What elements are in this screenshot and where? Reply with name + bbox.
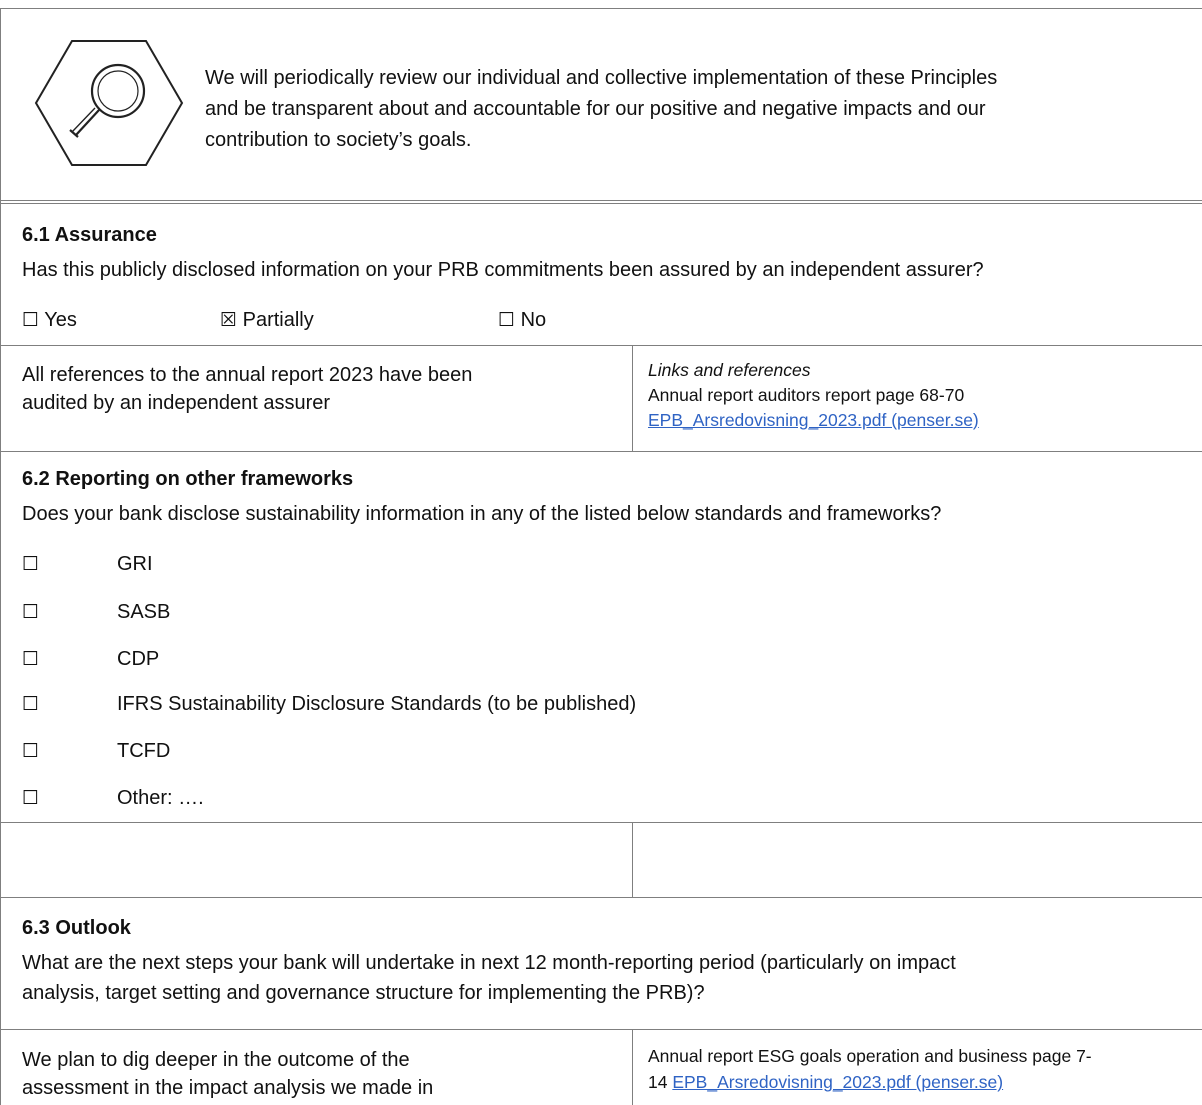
esg-goals-ref-cont: 14 EPB_Arsredovisning_2023.pdf (penser.s… xyxy=(648,1071,1003,1094)
outlook-answer-line-2: assessment in the impact analysis we mad… xyxy=(22,1077,434,1099)
framework-label: GRI xyxy=(117,553,153,575)
framework-label: TCFD xyxy=(117,740,171,762)
framework-label: SASB xyxy=(117,601,171,623)
option-yes[interactable]: ☐ Yes xyxy=(22,306,77,334)
table-left-border xyxy=(0,8,1,1105)
option-label: Partially xyxy=(242,309,314,331)
framework-item-gri[interactable]: ☐ xyxy=(22,550,39,578)
column-divider xyxy=(632,822,633,897)
column-divider xyxy=(632,345,633,451)
principle-6-document: We will periodically review our individu… xyxy=(0,0,1202,1105)
framework-label: CDP xyxy=(117,648,160,670)
esg-goals-ref: Annual report ESG goals operation and bu… xyxy=(648,1046,1092,1066)
checkbox-unchecked[interactable]: ☐ xyxy=(498,309,515,331)
checkbox-unchecked[interactable]: ☐ xyxy=(22,648,39,670)
framework-item-cdp[interactable]: ☐ xyxy=(22,645,39,673)
divider xyxy=(0,897,1202,898)
framework-item-sasb[interactable]: ☐ xyxy=(22,598,39,626)
checkbox-unchecked[interactable]: ☐ xyxy=(22,309,39,331)
divider xyxy=(0,822,1202,823)
section-6-1-title: 6.1 Assurance xyxy=(22,224,157,246)
divider xyxy=(0,203,1202,204)
annual-report-link[interactable]: EPB_Arsredovisning_2023.pdf (penser.se) xyxy=(672,1072,1003,1092)
assurance-answer-line-2: audited by an independent assurer xyxy=(22,392,331,414)
framework-label: Other: …. xyxy=(117,787,204,809)
checkbox-unchecked[interactable]: ☐ xyxy=(22,693,39,715)
column-divider xyxy=(632,1029,633,1105)
section-6-3-title: 6.3 Outlook xyxy=(22,917,131,939)
checkbox-checked[interactable]: ☒ xyxy=(220,309,237,331)
outlook-answer-line-1: We plan to dig deeper in the outcome of … xyxy=(22,1049,410,1071)
intro-line-1: We will periodically review our individu… xyxy=(205,67,998,89)
page-range-suffix: 14 xyxy=(648,1072,673,1092)
table-top-border xyxy=(0,8,1202,9)
section-6-2-title: 6.2 Reporting on other frameworks xyxy=(22,468,354,490)
option-label: No xyxy=(520,309,547,331)
option-partially[interactable]: ☒ Partially xyxy=(220,306,314,334)
section-6-2-question: Does your bank disclose sustainability i… xyxy=(22,503,942,525)
annual-report-link[interactable]: EPB_Arsredovisning_2023.pdf (penser.se) xyxy=(648,409,979,432)
auditors-report-ref: Annual report auditors report page 68-70 xyxy=(648,385,965,405)
checkbox-unchecked[interactable]: ☐ xyxy=(22,601,39,623)
framework-item-tcfd[interactable]: ☐ xyxy=(22,737,39,765)
section-6-3-question-line-1: What are the next steps your bank will u… xyxy=(22,952,956,974)
assurance-answer-line-1: All references to the annual report 2023… xyxy=(22,364,473,386)
divider xyxy=(0,451,1202,452)
links-heading: Links and references xyxy=(648,360,811,380)
framework-item-ifrs[interactable]: ☐ xyxy=(22,690,39,718)
intro-line-3: contribution to society’s goals. xyxy=(205,129,472,151)
intro-line-2: and be transparent about and accountable… xyxy=(205,98,986,120)
magnifier-hexagon-icon xyxy=(34,38,184,168)
divider xyxy=(0,345,1202,346)
divider xyxy=(0,200,1202,201)
checkbox-unchecked[interactable]: ☐ xyxy=(22,787,39,809)
checkbox-unchecked[interactable]: ☐ xyxy=(22,553,39,575)
section-6-3-question-line-2: analysis, target setting and governance … xyxy=(22,982,705,1004)
option-no[interactable]: ☐ No xyxy=(498,306,546,334)
checkbox-unchecked[interactable]: ☐ xyxy=(22,740,39,762)
framework-label: IFRS Sustainability Disclosure Standards… xyxy=(117,693,637,715)
section-6-1-question: Has this publicly disclosed information … xyxy=(22,259,984,281)
divider xyxy=(0,1029,1202,1030)
option-label: Yes xyxy=(44,309,77,331)
framework-item-other[interactable]: ☐ xyxy=(22,784,39,812)
